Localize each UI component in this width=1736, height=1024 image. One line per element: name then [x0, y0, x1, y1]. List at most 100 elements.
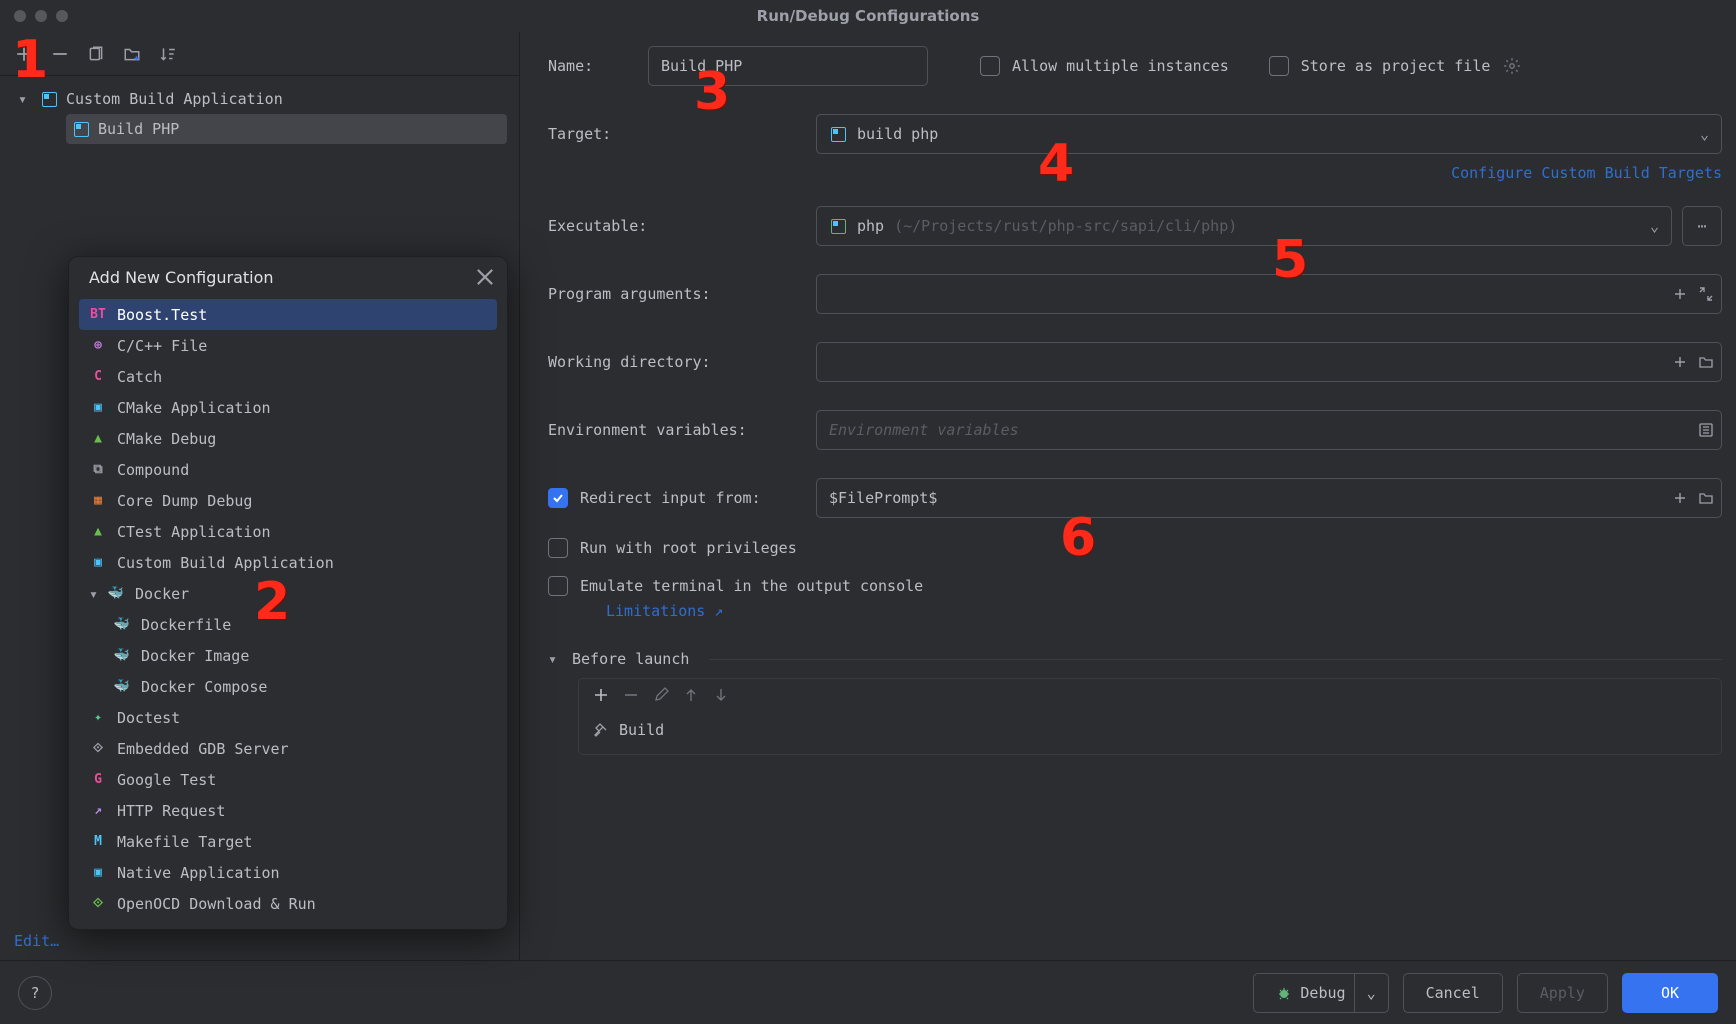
config-type-label: Custom Build Application: [117, 554, 334, 572]
redirect-checkbox[interactable]: [548, 488, 568, 508]
config-type-label: CMake Debug: [117, 430, 216, 448]
browse-folder-icon[interactable]: [1698, 354, 1714, 370]
config-type-item[interactable]: ↗HTTP Request: [79, 795, 497, 826]
insert-macro-icon[interactable]: [1672, 490, 1688, 506]
limitations-link[interactable]: Limitations ↗: [606, 602, 723, 620]
debug-dropdown-button[interactable]: ⌄: [1354, 974, 1388, 1012]
executable-more-button[interactable]: ⋯: [1682, 206, 1722, 246]
debug-button-label: Debug: [1300, 984, 1345, 1002]
allow-multi-checkbox[interactable]: [980, 56, 1000, 76]
config-type-list: BTBoost.Test⊕C/C++ FileCCatch▣CMake Appl…: [69, 295, 507, 929]
folder-config-button[interactable]: [118, 40, 146, 68]
redirect-input[interactable]: [816, 478, 1722, 518]
move-up-button[interactable]: [683, 687, 699, 703]
config-type-item[interactable]: MMakefile Target: [79, 826, 497, 857]
emulate-term-label: Emulate terminal in the output console: [580, 577, 923, 595]
custom-build-icon: [829, 125, 847, 143]
close-window-icon[interactable]: [14, 10, 26, 22]
add-task-button[interactable]: [593, 687, 609, 703]
working-dir-input[interactable]: [816, 342, 1722, 382]
executable-select[interactable]: php (~/Projects/rust/php-src/sapi/cli/ph…: [816, 206, 1672, 246]
configure-targets-link[interactable]: Configure Custom Build Targets: [1451, 164, 1722, 182]
config-type-item[interactable]: ✦Doctest: [79, 702, 497, 733]
config-type-item[interactable]: CCatch: [79, 361, 497, 392]
config-type-icon: ⟐: [89, 740, 107, 758]
dialog-button-bar: ? Debug ⌄ Cancel Apply OK: [0, 960, 1736, 1024]
store-project-label: Store as project file: [1301, 57, 1491, 75]
executable-label: Executable:: [548, 217, 816, 235]
window-traffic-lights[interactable]: [0, 10, 68, 22]
config-type-label: Dockerfile: [141, 616, 231, 634]
config-type-label: OpenOCD Download & Run: [117, 895, 316, 913]
program-args-label: Program arguments:: [548, 285, 816, 303]
tree-item-build-php[interactable]: Build PHP: [66, 114, 507, 144]
root-priv-checkbox[interactable]: [548, 538, 568, 558]
popup-close-button[interactable]: [475, 267, 495, 287]
config-type-item[interactable]: ▣Native Application: [79, 857, 497, 888]
config-type-label: Embedded GDB Server: [117, 740, 289, 758]
insert-macro-icon[interactable]: [1672, 286, 1688, 302]
name-input[interactable]: [648, 46, 928, 86]
debug-button[interactable]: Debug ⌄: [1253, 973, 1388, 1013]
edit-task-button[interactable]: [653, 687, 669, 703]
target-select[interactable]: build php ⌄: [816, 114, 1722, 154]
copy-config-button[interactable]: [82, 40, 110, 68]
tree-item-label: Build PHP: [98, 120, 179, 138]
config-type-item[interactable]: ⟐OpenOCD Download & Run: [79, 888, 497, 919]
config-type-label: C/C++ File: [117, 337, 207, 355]
sidebar-toolbar: [0, 32, 519, 76]
move-down-button[interactable]: [713, 687, 729, 703]
before-launch-toolbar: [578, 678, 1722, 711]
store-project-checkbox[interactable]: [1269, 56, 1289, 76]
chevron-down-icon[interactable]: ▾: [548, 650, 562, 668]
binary-icon: [829, 217, 847, 235]
config-type-item[interactable]: 🐳Dockerfile: [79, 609, 497, 640]
ok-button[interactable]: OK: [1622, 973, 1718, 1013]
config-type-icon: ▣: [89, 399, 107, 417]
build-task-row[interactable]: Build: [593, 721, 1707, 739]
config-type-item[interactable]: ⧉Compound: [79, 454, 497, 485]
titlebar: Run/Debug Configurations: [0, 0, 1736, 32]
config-type-item[interactable]: BTBoost.Test: [79, 299, 497, 330]
config-type-item[interactable]: ▾🐳Docker: [79, 578, 497, 609]
config-type-item[interactable]: 🐳Docker Compose: [79, 671, 497, 702]
sort-config-button[interactable]: [154, 40, 182, 68]
program-args-input[interactable]: [816, 274, 1722, 314]
add-config-button[interactable]: [10, 40, 38, 68]
config-type-item[interactable]: 🐳Docker Image: [79, 640, 497, 671]
insert-macro-icon[interactable]: [1672, 354, 1688, 370]
config-type-item[interactable]: ▣CMake Application: [79, 392, 497, 423]
cancel-button[interactable]: Cancel: [1403, 973, 1503, 1013]
tree-group-custom-build[interactable]: ▾ Custom Build Application: [12, 84, 507, 114]
config-type-item[interactable]: ▣Custom Build Application: [79, 547, 497, 578]
zoom-window-icon[interactable]: [56, 10, 68, 22]
config-type-label: HTTP Request: [117, 802, 225, 820]
config-type-item[interactable]: ▲CMake Debug: [79, 423, 497, 454]
allow-multi-label: Allow multiple instances: [1012, 57, 1229, 75]
env-input[interactable]: [816, 410, 1722, 450]
apply-button[interactable]: Apply: [1517, 973, 1608, 1013]
config-type-label: Docker Image: [141, 647, 249, 665]
config-type-item[interactable]: ⊕C/C++ File: [79, 330, 497, 361]
config-type-item[interactable]: ⟐ Embedded GDB Server: [79, 733, 497, 764]
config-type-icon: 🐳: [107, 585, 125, 603]
config-type-item[interactable]: ▲CTest Application: [79, 516, 497, 547]
help-button[interactable]: ?: [18, 976, 52, 1010]
browse-folder-icon[interactable]: [1698, 490, 1714, 506]
remove-task-button[interactable]: [623, 687, 639, 703]
emulate-term-checkbox[interactable]: [548, 576, 568, 596]
window-title: Run/Debug Configurations: [757, 7, 980, 25]
custom-build-icon: [72, 120, 90, 138]
config-type-icon: 🐳: [113, 678, 131, 696]
expand-field-icon[interactable]: [1698, 286, 1714, 302]
config-type-item[interactable]: GGoogle Test: [79, 764, 497, 795]
edit-env-icon[interactable]: [1698, 422, 1714, 438]
edit-templates-link[interactable]: Edit…: [14, 932, 59, 950]
remove-config-button[interactable]: [46, 40, 74, 68]
config-type-icon: BT: [89, 306, 107, 324]
store-project-gear-icon[interactable]: [1498, 52, 1526, 80]
config-type-item[interactable]: ▦Core Dump Debug: [79, 485, 497, 516]
config-type-label: Compound: [117, 461, 189, 479]
build-task-label: Build: [619, 721, 664, 739]
minimize-window-icon[interactable]: [35, 10, 47, 22]
